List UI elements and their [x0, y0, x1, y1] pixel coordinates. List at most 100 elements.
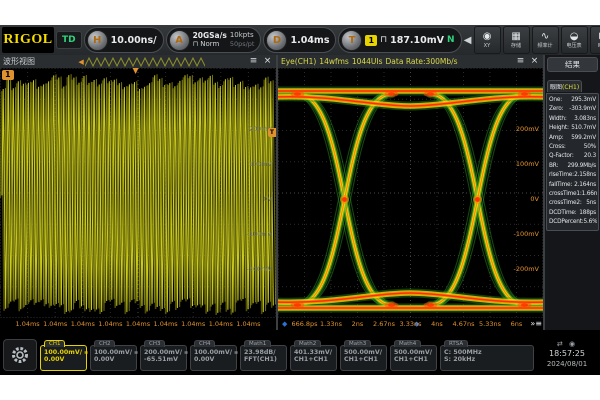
- result-value: 188ps: [579, 209, 596, 218]
- math1-status-box[interactable]: Math123.98dB/FFT(CH1): [240, 345, 287, 371]
- y-axis-label: 0V: [530, 195, 539, 203]
- ch2-status-box[interactable]: CH2100.00mV/≡0.00V: [90, 345, 137, 371]
- result-label: DCDTime:: [549, 209, 577, 218]
- status-icons: ⇄ ◉: [557, 339, 577, 349]
- channel-scale: 500.00mV/: [344, 349, 382, 356]
- tool-eye-diagram-button[interactable]: ⋈眼图: [590, 26, 600, 54]
- bandwidth-icon: ≡: [184, 350, 188, 356]
- trigger-position-marker-icon[interactable]: ▼: [132, 68, 138, 75]
- settings-gear-button[interactable]: [3, 339, 37, 371]
- result-row: DCDPercent:5.6%: [548, 218, 597, 227]
- system-date: 2024/08/01: [547, 359, 587, 369]
- result-row: Amp: 599.2mV: [548, 134, 597, 143]
- overview-marker-icon: ◀: [78, 58, 83, 66]
- result-value: 599.2mV: [571, 134, 596, 143]
- delay-settings-pill[interactable]: D 1.04ms: [263, 27, 336, 53]
- waveform-panel-header[interactable]: 波形视图 ◀ ≡ ×: [0, 55, 276, 68]
- result-value: 295.3mV: [571, 96, 596, 105]
- gear-icon: [10, 345, 30, 365]
- result-row: DCDTime:188ps: [548, 209, 597, 218]
- channel-offset: S: 20kHz: [444, 356, 530, 363]
- tool-xy-button[interactable]: ◉XY: [474, 26, 501, 54]
- result-row: Height:510.7mV: [548, 124, 597, 133]
- x-axis-label: 1.04ms: [43, 320, 67, 328]
- result-label: Amp:: [549, 134, 563, 143]
- channel-offset: -65.51mV: [144, 356, 183, 363]
- channel-tab: RTSA: [444, 340, 468, 347]
- result-value: 2.158ns: [574, 171, 596, 180]
- channel-offset: CH1+CH1: [294, 356, 333, 363]
- delay-knob[interactable]: D: [266, 30, 287, 51]
- toolbar-scroll-left-button[interactable]: ◀: [464, 35, 472, 46]
- clock-box[interactable]: ⇄ ◉ 18:57:25 2024/08/01: [537, 337, 597, 371]
- ch3-status-box[interactable]: CH3200.00mV/≡-65.51mV: [140, 345, 187, 371]
- result-value: 5.6%: [584, 218, 597, 227]
- eye-plot[interactable]: 200mV100mV0V-100mV-200mV: [278, 68, 543, 318]
- trigger-settings-pill[interactable]: T 1 ⊓ 187.10mV N: [338, 27, 461, 53]
- eye-panel-title: Eye(CH1): [281, 57, 316, 66]
- waveform-panel-title: 波形视图: [3, 56, 35, 67]
- result-label: Cross:: [549, 143, 566, 152]
- eye-panel-header[interactable]: Eye(CH1) 14wfms 1044UIs Data Rate:300Mb/…: [278, 55, 543, 68]
- waveform-overview[interactable]: ◀: [78, 57, 204, 67]
- main-area: 波形视图 ◀ ≡ × 1 ▼ 200mV100mV0V-100mV-200mV …: [0, 55, 600, 330]
- logo-box: RIGOL: [2, 27, 54, 53]
- acq-slope-icon: ⊓: [193, 40, 198, 48]
- result-value: 20.3: [584, 152, 596, 161]
- xy-icon: ◉: [483, 31, 492, 42]
- memory-depth: 10kpts: [230, 31, 255, 40]
- ch1-status-box[interactable]: CH1100.00mV/≡0.00V: [40, 345, 87, 371]
- result-row: fallTime:2.164ns: [548, 181, 597, 190]
- results-title: 结果: [547, 57, 598, 72]
- channel1-badge[interactable]: 1: [2, 70, 14, 80]
- channel-offset: FFT(CH1): [244, 356, 283, 363]
- math3-status-box[interactable]: Math3500.00mV/CH1+CH1: [340, 345, 387, 371]
- channel-tab: Math4: [394, 340, 421, 347]
- channel-offset: CH1+CH1: [344, 356, 383, 363]
- y-axis-label: -200mV: [246, 265, 272, 273]
- ch4-status-box[interactable]: CH4100.00mV/≡0.00V: [190, 345, 237, 371]
- voltmeter-icon: ◒: [570, 31, 579, 42]
- result-row: BR:299.9Mb/s: [548, 162, 597, 171]
- horizontal-knob[interactable]: H: [87, 30, 108, 51]
- tool-storage-button[interactable]: ▦存储: [503, 26, 530, 54]
- x-axis-label: 1.04ms: [71, 320, 95, 328]
- eye-axis-marker-icon[interactable]: ◆: [282, 320, 287, 328]
- x-axis-label: 1.04ms: [15, 320, 39, 328]
- trigger-status-badge: TD: [56, 31, 82, 49]
- tool-label: 电压表: [566, 43, 581, 49]
- waveform-close-icon[interactable]: ×: [262, 55, 273, 68]
- acquisition-knob[interactable]: A: [169, 30, 190, 51]
- rtsa-status-box[interactable]: RTSAC: 500MHzS: 20kHz: [440, 345, 534, 371]
- result-label: crossTime2:: [549, 199, 582, 208]
- math4-status-box[interactable]: Math4500.00mV/CH1+CH1: [390, 345, 437, 371]
- acquisition-settings-pill[interactable]: A 20GSa/s ⊓ Norm 10kpts 50ps/pt: [166, 27, 262, 53]
- x-axis-label: 2.67ns: [373, 320, 395, 328]
- acq-mode: Norm: [200, 40, 219, 48]
- result-label: Zero:: [549, 105, 563, 114]
- results-tab[interactable]: 眼图(CH1): [547, 80, 582, 92]
- y-axis-label: 200mV: [516, 125, 539, 133]
- channel-scale: 401.33mV/: [294, 349, 332, 356]
- tool-counter-button[interactable]: ∿频率计: [532, 26, 559, 54]
- result-label: riseTime:: [549, 171, 574, 180]
- waveform-plot[interactable]: 1 ▼ 200mV100mV0V-100mV-200mV T: [0, 68, 276, 318]
- waveform-view-panel: 波形视图 ◀ ≡ × 1 ▼ 200mV100mV0V-100mV-200mV …: [0, 55, 278, 330]
- eye-expand-menu-icon[interactable]: »≡: [530, 319, 542, 328]
- eye-close-icon[interactable]: ×: [529, 55, 540, 68]
- math2-status-box[interactable]: Math2401.33mV/CH1+CH1: [290, 345, 337, 371]
- trigger-level-tag[interactable]: T: [268, 128, 276, 137]
- result-label: DCDPercent:: [549, 218, 584, 227]
- result-label: BR:: [549, 162, 558, 171]
- eye-data-rate: Data Rate:300Mb/s: [386, 57, 458, 66]
- eye-menu-icon[interactable]: ≡: [515, 55, 526, 68]
- channel-scale: 100.00mV/: [194, 349, 232, 356]
- tool-voltmeter-button[interactable]: ◒电压表: [561, 26, 588, 54]
- waveform-menu-icon[interactable]: ≡: [248, 55, 259, 68]
- x-axis-label: 1.04ms: [181, 320, 205, 328]
- eye-ui-count: 1044UIs: [352, 57, 383, 66]
- horizontal-settings-pill[interactable]: H 10.00ns/: [84, 27, 164, 53]
- result-value: 50%: [584, 143, 596, 152]
- eye-diagram-trace: [278, 68, 543, 318]
- trigger-knob[interactable]: T: [341, 30, 362, 51]
